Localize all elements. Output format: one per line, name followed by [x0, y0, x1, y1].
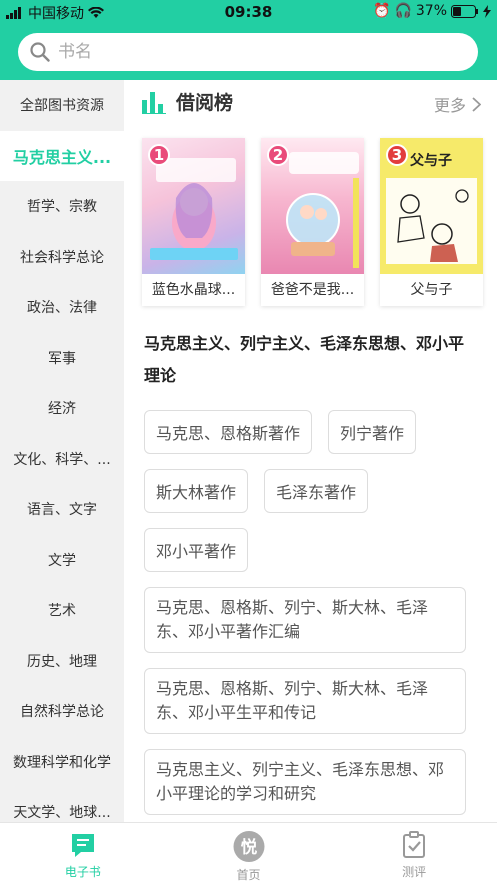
main-content: 借阅榜 更多 1 蓝色水晶球... 2 爸爸不是我... 父与子 3 父与子 马…	[124, 80, 497, 822]
sidebar-item-literature[interactable]: 文学	[0, 535, 124, 586]
subcategory-tag[interactable]: 斯大林著作	[144, 469, 249, 513]
book-card[interactable]: 2 爸爸不是我...	[261, 138, 364, 306]
sidebar-item-astronomy[interactable]: 天文学、地球...	[0, 787, 124, 822]
sidebar-item-art[interactable]: 艺术	[0, 585, 124, 636]
subcategory-tag[interactable]: 马克思主义、列宁主义、毛泽东思想、邓小平理论的学习和研究	[144, 749, 466, 815]
sidebar-item-politics-law[interactable]: 政治、法律	[0, 282, 124, 333]
sidebar-item-military[interactable]: 军事	[0, 333, 124, 384]
subcategory-tag[interactable]: 邓小平著作	[144, 528, 249, 572]
sidebar-item-social-science[interactable]: 社会科学总论	[0, 232, 124, 283]
book-cover: 1	[142, 138, 245, 274]
book-card[interactable]: 父与子 3 父与子	[380, 138, 483, 306]
battery-icon	[451, 4, 478, 18]
sidebar-item-philosophy[interactable]: 哲学、宗教	[0, 181, 124, 232]
ranking-books: 1 蓝色水晶球... 2 爸爸不是我... 父与子 3 父与子	[142, 138, 483, 306]
tab-bar: 电子书 悦 首页 测评	[0, 822, 497, 883]
svg-text:父与子: 父与子	[409, 153, 452, 169]
header	[0, 24, 497, 80]
sidebar-item-all[interactable]: 全部图书资源	[0, 80, 124, 131]
book-cover: 2	[261, 138, 364, 274]
ranking-header: 借阅榜	[142, 88, 233, 115]
tab-assessment[interactable]: 测评	[331, 823, 497, 883]
category-title: 马克思主义、列宁主义、毛泽东思想、邓小平理论	[144, 334, 465, 385]
subcategory-tag[interactable]: 马克思、恩格斯、列宁、斯大林、毛泽东、邓小平著作汇编	[144, 587, 466, 653]
bar-chart-icon	[142, 91, 166, 114]
more-link[interactable]: 更多	[434, 92, 481, 116]
rank-badge: 2	[267, 144, 289, 166]
subcategory-tag[interactable]: 马克思、恩格斯、列宁、斯大林、毛泽东、邓小平生平和传记	[144, 668, 466, 734]
subcategory-tag[interactable]: 列宁著作	[328, 410, 417, 454]
book-title: 爸爸不是我...	[270, 282, 355, 298]
sidebar-item-economy[interactable]: 经济	[0, 383, 124, 434]
chevron-right-icon	[472, 96, 481, 112]
search-bar[interactable]	[18, 33, 478, 71]
ranking-title: 借阅榜	[176, 92, 234, 114]
book-card[interactable]: 1 蓝色水晶球...	[142, 138, 245, 306]
charging-icon	[483, 4, 491, 18]
rank-badge: 3	[386, 144, 408, 166]
alarm-icon: ⏰	[373, 3, 391, 19]
battery-text: 37%	[415, 3, 447, 19]
svg-text:悦: 悦	[240, 837, 257, 856]
headphones-icon: 🎧	[394, 3, 412, 19]
sidebar-item-marxism[interactable]: 马克思主义...	[0, 130, 124, 181]
subcategory-tag[interactable]: 毛泽东著作	[264, 469, 369, 513]
category-sidebar: 全部图书资源 马克思主义... 哲学、宗教 社会科学总论 政治、法律 军事 经济…	[0, 80, 124, 822]
sidebar-item-language[interactable]: 语言、文字	[0, 484, 124, 535]
subcategory-tag[interactable]: 马克思、恩格斯著作	[144, 410, 313, 454]
book-title: 蓝色水晶球...	[151, 282, 236, 298]
yue-logo-icon: 悦	[233, 831, 264, 862]
sidebar-item-natural-science[interactable]: 自然科学总论	[0, 686, 124, 737]
subcategory-tags: 马克思、恩格斯著作 列宁著作 斯大林著作 毛泽东著作 邓小平著作 马克思、恩格斯…	[144, 410, 474, 815]
sidebar-item-history[interactable]: 历史、地理	[0, 636, 124, 687]
rank-badge: 1	[148, 144, 170, 166]
tab-home[interactable]: 悦 首页	[166, 823, 332, 883]
checklist-icon	[403, 831, 426, 858]
book-cover: 父与子 3	[380, 138, 483, 274]
search-input[interactable]	[58, 42, 438, 62]
sidebar-item-culture[interactable]: 文化、科学、...	[0, 434, 124, 485]
sidebar-item-math-chem[interactable]: 数理科学和化学	[0, 737, 124, 788]
status-bar: 中国移动 09:38 ⏰ 🎧 37%	[0, 0, 497, 24]
book-title: 父与子	[410, 282, 453, 298]
ebook-icon	[71, 834, 94, 857]
search-icon	[30, 42, 50, 62]
tab-ebook[interactable]: 电子书	[0, 823, 166, 883]
